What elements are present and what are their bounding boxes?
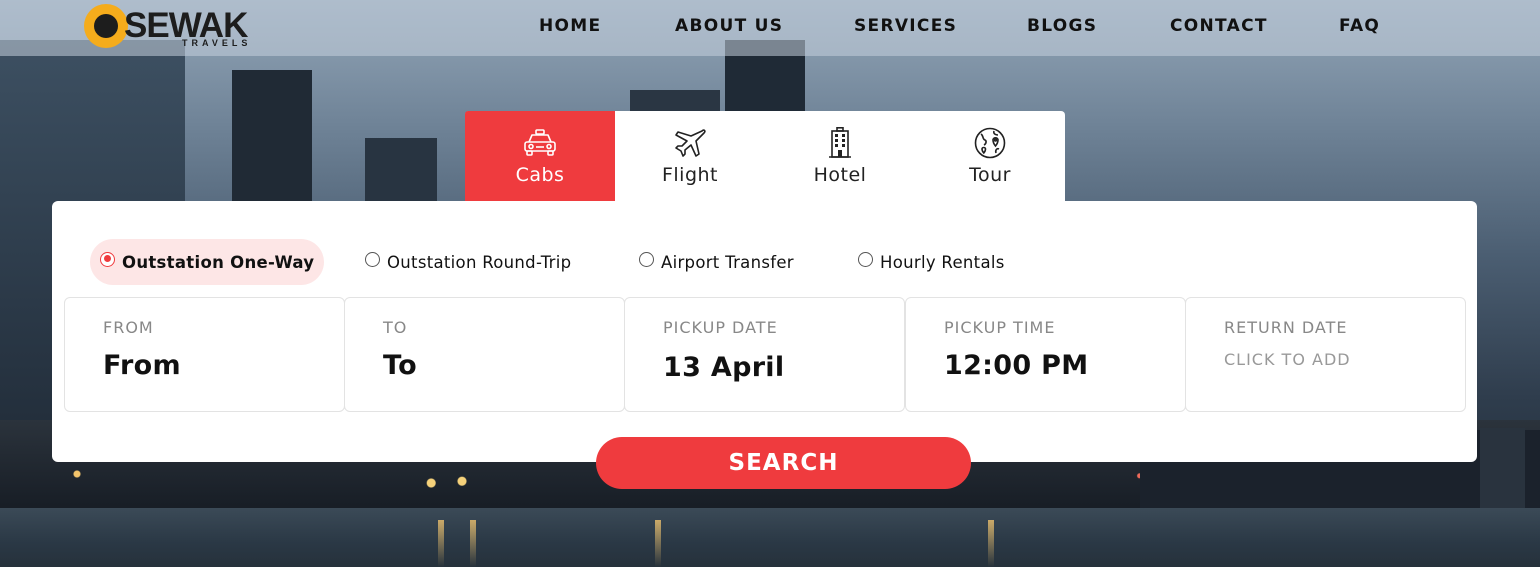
nav-faq[interactable]: FAQ <box>1339 16 1380 36</box>
return-date-field[interactable]: RETURN DATE CLICK TO ADD <box>1185 297 1466 412</box>
booking-form: Outstation One-Way Outstation Round-Trip… <box>52 201 1477 462</box>
field-caption: PICKUP TIME <box>944 318 1056 337</box>
light-reflection <box>655 520 661 567</box>
pickup-time-field[interactable]: PICKUP TIME 12:00 PM <box>905 297 1186 412</box>
field-caption: PICKUP DATE <box>663 318 778 337</box>
booking-tabs: Cabs Flight Hotel Tour <box>465 111 1065 201</box>
trip-type-label: Airport Transfer <box>661 252 794 272</box>
tab-label: Flight <box>661 164 719 186</box>
site-header: SEWAK TRAVELS HOME ABOUT US SERVICES BLO… <box>0 0 1540 56</box>
main-nav: HOME ABOUT US SERVICES BLOGS CONTACT FAQ <box>0 0 1540 56</box>
return-date-placeholder[interactable]: CLICK TO ADD <box>1224 350 1351 369</box>
radio-button[interactable] <box>858 251 873 267</box>
tab-flight[interactable]: Flight <box>615 111 765 201</box>
taxi-icon <box>524 129 556 156</box>
light-reflection <box>470 520 476 567</box>
field-caption: TO <box>383 318 408 337</box>
trip-type-outstation-one-way[interactable]: Outstation One-Way <box>90 239 325 285</box>
trip-type-selector: Outstation One-Way Outstation Round-Trip… <box>52 201 1477 291</box>
tab-tour[interactable]: Tour <box>915 111 1065 201</box>
tab-label: Cabs <box>515 164 565 186</box>
trip-type-airport-transfer[interactable]: Airport Transfer <box>639 239 794 285</box>
pickup-date-value[interactable]: 13 April <box>663 352 784 383</box>
tab-label: Tour <box>969 164 1011 186</box>
building-silhouette <box>1480 428 1525 508</box>
water <box>0 508 1540 567</box>
airplane-icon <box>675 129 706 157</box>
nav-blogs[interactable]: BLOGS <box>1027 16 1097 36</box>
to-field[interactable]: TO To <box>344 297 625 412</box>
hotel-building-icon <box>829 127 851 158</box>
from-value[interactable]: From <box>103 350 181 381</box>
to-value[interactable]: To <box>383 350 417 381</box>
pickup-date-field[interactable]: PICKUP DATE 13 April <box>624 297 905 412</box>
search-button[interactable]: SEARCH <box>596 437 971 489</box>
radio-button[interactable] <box>365 251 380 267</box>
from-field[interactable]: FROM From <box>64 297 345 412</box>
trip-type-label: Outstation One-Way <box>122 252 315 272</box>
nav-services[interactable]: SERVICES <box>854 16 957 36</box>
field-caption: RETURN DATE <box>1224 318 1348 337</box>
radio-button[interactable] <box>100 251 115 267</box>
pickup-time-value[interactable]: 12:00 PM <box>944 350 1088 381</box>
field-caption: FROM <box>103 318 154 337</box>
tab-cabs[interactable]: Cabs <box>465 111 615 201</box>
light-reflection <box>988 520 994 567</box>
nav-about-us[interactable]: ABOUT US <box>675 16 783 36</box>
globe-map-icon <box>974 127 1006 159</box>
trip-type-outstation-round-trip[interactable]: Outstation Round-Trip <box>365 239 571 285</box>
light-reflection <box>438 520 444 567</box>
radio-button[interactable] <box>639 251 654 267</box>
nav-contact[interactable]: CONTACT <box>1170 16 1268 36</box>
nav-home[interactable]: HOME <box>539 16 601 36</box>
tab-label: Hotel <box>813 164 867 186</box>
tab-hotel[interactable]: Hotel <box>765 111 915 201</box>
trip-type-label: Hourly Rentals <box>880 252 1005 272</box>
booking-fields: FROM From TO To PICKUP DATE 13 April PIC… <box>64 297 1466 412</box>
trip-type-hourly-rentals[interactable]: Hourly Rentals <box>858 239 1005 285</box>
trip-type-label: Outstation Round-Trip <box>387 252 572 272</box>
